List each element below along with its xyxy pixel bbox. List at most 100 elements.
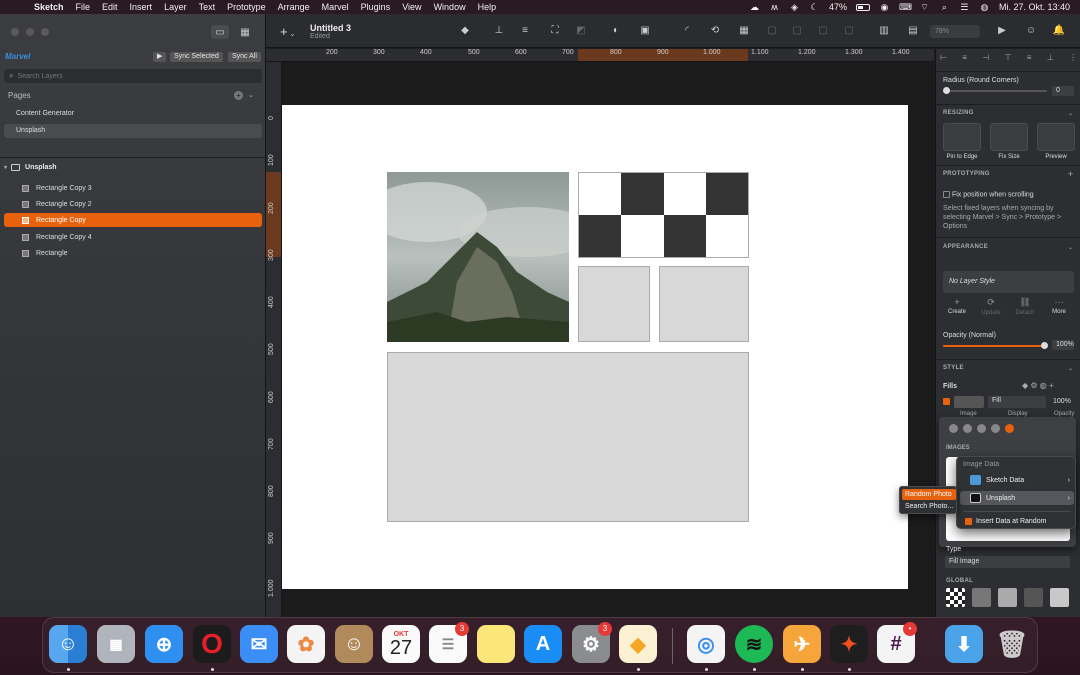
chrome-icon[interactable]: ◎ [687,625,725,663]
transform-icon[interactable]: ▣ [638,25,652,37]
artboard-unsplash[interactable] [282,105,908,589]
checker-pattern-rect[interactable] [578,172,749,258]
detach-style-button[interactable]: ⛓ Detach [1010,297,1040,316]
preview-play-icon[interactable]: ▶ [995,25,1009,37]
fix-position-checkbox[interactable] [943,191,950,198]
sketch-app-icon[interactable]: ◆ [619,625,657,663]
grid-icon[interactable]: ▦ [737,25,751,37]
align-center-icon[interactable]: ≡ [962,53,967,67]
create-symbol-icon[interactable]: ◆ [458,25,472,37]
photos-icon[interactable]: ✿ [287,625,325,663]
zoom-field[interactable]: 78% [930,25,980,38]
play-status-icon[interactable]: ◉ [879,2,890,12]
insert-button[interactable]: + ⌄ [280,24,295,39]
clock[interactable]: Mi. 27. Okt. 13:40 [999,2,1070,12]
menu-help[interactable]: Help [478,2,497,12]
figma-icon[interactable]: ✦ [830,625,868,663]
layer-item-selected[interactable]: Rectangle Copy [4,213,262,227]
layer-style-select[interactable]: No Layer Style [943,271,1074,293]
align-bottom-icon[interactable]: ⊥ [492,25,506,37]
fill-row[interactable] [943,398,950,405]
zoom-window-button[interactable] [41,28,49,36]
trash-icon[interactable]: 🗑 [993,625,1031,663]
menu-file[interactable]: File [76,2,91,12]
mail-icon[interactable]: ✉ [240,625,278,663]
wifi-icon[interactable]: ⌔ [919,2,930,12]
app-menu[interactable]: Sketch [34,2,64,12]
type-select[interactable]: Fill Image [945,556,1070,568]
launchpad-icon[interactable]: ▦ [97,625,135,663]
align-top-icon[interactable]: ⊤ [1005,53,1012,67]
layout-icon[interactable]: ▤ [906,25,920,37]
align-right-icon[interactable]: ⊣ [982,53,989,67]
sync-selected-button[interactable]: Sync Selected [170,52,223,62]
insert-random-option[interactable]: Insert Data at Random [960,514,1074,528]
mask-icon[interactable]: ◩ [574,25,588,37]
app-store-icon[interactable]: A [524,625,562,663]
subtract-icon[interactable]: ▢ [790,25,804,37]
battery-icon[interactable] [855,3,870,11]
downloads-folder-icon[interactable]: ⬇ [945,625,983,663]
menu-item-sketch-data[interactable]: Sketch Data › [960,473,1074,487]
add-page-button[interactable]: + [234,91,243,100]
creative-cloud-icon[interactable]: ☁ [749,2,760,12]
opacity-slider[interactable] [943,342,1048,349]
menu-prototype[interactable]: Prototype [227,2,266,12]
add-icon[interactable]: + [1068,169,1073,179]
menu-edit[interactable]: Edit [102,2,118,12]
menu-insert[interactable]: Insert [130,2,153,12]
image-fill-tab[interactable] [1005,424,1014,433]
rectangle-bottom[interactable] [387,352,749,522]
light-gray-swatch[interactable] [998,588,1017,607]
union-icon[interactable]: ▢ [765,25,779,37]
chevron-down-icon[interactable]: ⌄ [1068,244,1073,251]
menu-text[interactable]: Text [199,2,216,12]
align-middle-icon[interactable]: ≡ [1027,53,1032,67]
control-center-icon[interactable]: ☰ [959,2,970,12]
intersect-icon[interactable]: ▢ [816,25,830,37]
fill-actions-icons[interactable]: ◆ ⚙ ◍ + [1022,381,1054,390]
rectangle-copy-4[interactable] [659,266,749,342]
solid-fill-tab[interactable] [949,424,958,433]
menu-item-unsplash[interactable]: Unsplash › [960,491,1074,505]
notifications-bell-icon[interactable]: 🔔 [1052,25,1066,37]
layers-view-icon[interactable]: ▭ [211,25,229,39]
artboard-row-unsplash[interactable]: ▾ Unsplash [4,160,57,174]
fix-size-control[interactable] [990,123,1028,151]
menu-view[interactable]: View [402,2,421,12]
page-item-unsplash[interactable]: Unsplash [4,124,262,138]
flip-icon[interactable]: ⟲ [708,25,722,37]
columns-icon[interactable]: ▥ [877,25,891,37]
menu-window[interactable]: Window [434,2,466,12]
contacts-icon[interactable]: ☺ [335,625,373,663]
fill-mode-select[interactable]: Fill [988,396,1046,408]
radial-gradient-tab[interactable] [977,424,986,433]
marvel-status-icon[interactable]: ʍ [769,2,780,12]
canvas[interactable] [282,62,934,617]
chevron-down-icon[interactable]: ▾ [4,164,7,171]
search-icon[interactable]: ⌕ [939,2,950,12]
align-bottom-icon[interactable]: ⊥ [1047,53,1054,67]
difference-icon[interactable]: ▢ [842,25,856,37]
layer-item[interactable]: Rectangle Copy 4 [4,230,262,244]
align-left-icon[interactable]: ⊢ [940,53,947,67]
opera-icon[interactable]: O [193,625,231,663]
menu-layer[interactable]: Layer [164,2,187,12]
dark-gray-swatch[interactable] [1024,588,1043,607]
mountain-photo[interactable] [387,172,569,342]
fix-position-row[interactable]: Fix position when scrolling [943,191,1034,198]
fit-frame-icon[interactable]: ⛶ [548,25,562,37]
layer-item[interactable]: Rectangle Copy 2 [4,197,262,211]
chevron-down-icon[interactable]: ⌄ [248,91,254,99]
layer-item[interactable]: Rectangle Copy 3 [4,181,262,195]
distribute-icon[interactable]: ⋮ [1069,53,1077,67]
radius-field[interactable]: 0 [1052,86,1074,96]
checker-swatch[interactable] [946,588,965,607]
silver-swatch[interactable] [1050,588,1069,607]
search-photo-item[interactable]: Search Photo... [902,501,956,512]
spotify-icon[interactable]: ≋ [735,625,773,663]
create-style-button[interactable]: + Create [942,297,972,315]
scissors-icon[interactable]: ◐ [609,25,623,37]
chevron-down-icon[interactable]: ⌄ [1068,365,1073,372]
gray-swatch[interactable] [972,588,991,607]
